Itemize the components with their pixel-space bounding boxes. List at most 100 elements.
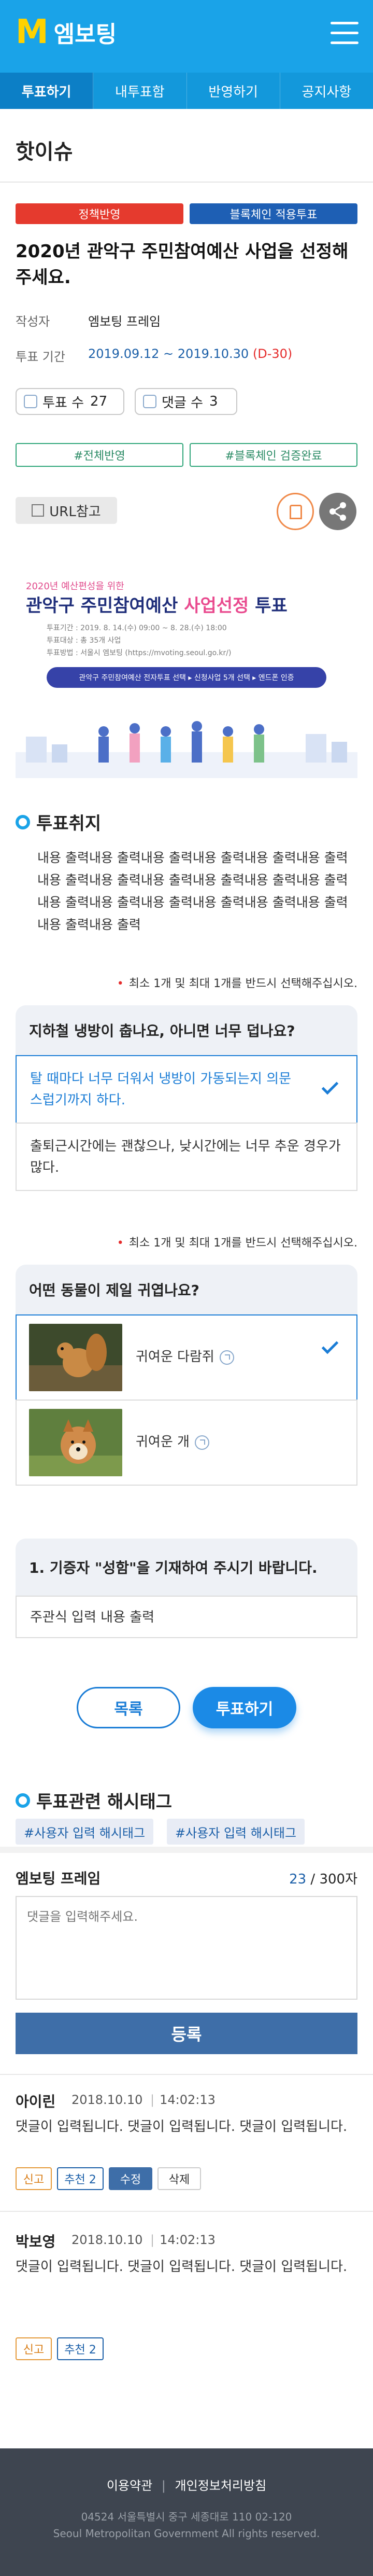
- vote-submit-button[interactable]: 투표하기: [193, 1687, 296, 1728]
- poster-info-method: 투표방법 : 서울시 엠보팅 (https://mvoting.seoul.go…: [47, 649, 232, 657]
- question2-notice: • 최소 1개 및 최대 1개를 반드시 선택해주십시오.: [117, 1237, 357, 1250]
- url-reference-button[interactable]: URL참고: [16, 497, 117, 524]
- terms-link[interactable]: 이용약관: [107, 2478, 152, 2493]
- option-label: 탈 때마다 너무 더워서 냉방이 가동되는지 의문스럽기까지 하다.: [30, 1071, 292, 1108]
- divider: [0, 182, 373, 183]
- comment-count-value: 3: [209, 394, 218, 409]
- char-count: 23: [289, 1872, 307, 1887]
- question1-title: 지하철 냉방이 춥나요, 아니면 너무 덥나요?: [16, 1005, 357, 1055]
- comment-input[interactable]: [16, 1896, 357, 2000]
- squirrel-photo: [29, 1324, 122, 1391]
- logo-text: 엠보팅: [53, 21, 117, 48]
- purpose-heading-text: 투표취지: [36, 813, 102, 834]
- policy-badge: 정책반영: [16, 203, 183, 224]
- hashtag-heading-text: 투표관련 해시태그: [36, 1792, 173, 1812]
- dog-photo: [29, 1409, 122, 1476]
- vote-count-value: 27: [90, 394, 108, 409]
- question2-option-2[interactable]: 귀여운 개: [16, 1400, 357, 1486]
- vote-count-label: 투표 수: [42, 395, 84, 411]
- question1-option-2[interactable]: 출퇴근시간에는 괜찮으나, 낮시간에는 너무 추운 경우가 많다.: [16, 1123, 357, 1191]
- share-button[interactable]: [319, 493, 356, 530]
- question2-option-1[interactable]: 귀여운 다람쥐: [16, 1314, 357, 1401]
- author-value: 엠보팅 프레임: [88, 314, 161, 329]
- footer-separator: |: [161, 2478, 166, 2493]
- tab-reflect[interactable]: 반영하기: [187, 73, 280, 109]
- option-label: 출퇴근시간에는 괜찮으나, 낮시간에는 너무 추운 경우가 많다.: [30, 1139, 341, 1175]
- comment-time: | 14:02:13: [150, 2233, 216, 2247]
- question1-option-1[interactable]: 탈 때마다 너무 더워서 냉방이 가동되는지 의문스럽기까지 하다.: [16, 1055, 357, 1124]
- poster-subtitle: 2020년 예산편성을 위한: [26, 581, 124, 592]
- share-icon: [329, 502, 346, 521]
- divider: [0, 2074, 373, 2075]
- period-value: 2019.09.12 ~ 2019.10.30 (D-30): [88, 347, 292, 361]
- question2-notice-text: 최소 1개 및 최대 1개를 반드시 선택해주십시오.: [128, 1237, 357, 1250]
- vote-icon: [24, 395, 37, 408]
- zoom-icon[interactable]: [219, 1350, 234, 1365]
- footer-copyright: Seoul Metropolitan Government All rights…: [53, 2527, 320, 2540]
- char-counter: 23 / 300자: [289, 1868, 357, 1888]
- question3-title: 1. 기증자 "성함"을 기재하여 주시기 바랍니다.: [16, 1539, 357, 1596]
- comment-text: 댓글이 입력됩니다. 댓글이 입력됩니다. 댓글이 입력됩니다.: [16, 2119, 348, 2135]
- comment-count: 댓글 수 3: [135, 388, 237, 415]
- period-label: 투표 기간: [16, 350, 65, 364]
- page-title: 핫이슈: [16, 140, 73, 164]
- comment-date: 2018.10.10: [71, 2233, 143, 2247]
- vote-title: 2020년 관악구 주민참여예산 사업을 선정해주세요.: [16, 241, 349, 288]
- bookmark-button[interactable]: [277, 493, 314, 530]
- purpose-heading: 투표취지: [16, 809, 101, 835]
- external-link-icon: [32, 504, 45, 517]
- menu-icon[interactable]: [331, 22, 358, 45]
- question3-answer[interactable]: 주관식 입력 내용 출력: [16, 1596, 357, 1638]
- question2-title: 어떤 동물이 제일 귀엽나요?: [16, 1265, 357, 1314]
- section-divider: [0, 1847, 373, 1853]
- main-tabs: 투표하기 내투표함 반영하기 공지사항: [0, 73, 373, 109]
- footer-address: 04524 서울특별시 중구 세종대로 110 02-120: [81, 2511, 292, 2523]
- comment-date: 2018.10.10: [71, 2093, 143, 2107]
- footer-links: 이용약관 | 개인정보처리방침: [0, 2475, 373, 2494]
- poster-title-a: 관악구 주민참여예산: [26, 595, 178, 616]
- tab-my-votes[interactable]: 내투표함: [93, 73, 187, 109]
- check-icon: [321, 1077, 339, 1095]
- footer: 이용약관 | 개인정보처리방침 04524 서울특별시 중구 세종대로 110 …: [0, 2448, 373, 2576]
- edit-button[interactable]: 수정: [109, 2167, 152, 2190]
- tab-vote[interactable]: 투표하기: [0, 73, 94, 109]
- comment-text: 댓글이 입력됩니다. 댓글이 입력됩니다. 댓글이 입력됩니다.: [16, 2259, 348, 2275]
- poster-title: 관악구 주민참여예산 사업선정 투표: [26, 591, 288, 617]
- hashtag-chip[interactable]: #사용자 입력 해시태그: [16, 1819, 154, 1845]
- dday-badge: (D-30): [252, 347, 293, 361]
- hashtag-heading: 투표관련 해시태그: [16, 1788, 172, 1813]
- app-logo[interactable]: M 엠보팅: [16, 16, 117, 49]
- period-range: 2019.09.12 ~ 2019.10.30: [88, 347, 249, 361]
- recommend-button[interactable]: 추천 2: [57, 2337, 104, 2360]
- comment-submit-button[interactable]: 등록: [16, 2013, 357, 2054]
- privacy-link[interactable]: 개인정보처리방침: [175, 2478, 267, 2493]
- comment-writer-name: 엠보팅 프레임: [16, 1870, 101, 1887]
- report-button[interactable]: 신고: [16, 2167, 52, 2190]
- char-max: / 300자: [306, 1872, 357, 1887]
- zoom-icon[interactable]: [194, 1435, 209, 1450]
- delete-button[interactable]: 삭제: [157, 2167, 201, 2190]
- report-button[interactable]: 신고: [16, 2337, 52, 2360]
- purpose-text: 내용 출력내용 출력내용 출력내용 출력내용 출력내용 출력내용 출력내용 출력…: [37, 850, 348, 932]
- poster-steps-bar: 관악구 주민참여예산 전자투표 선택 ▸ 신청사업 5개 선택 ▸ 엔드폰 인증: [47, 667, 326, 688]
- option-label: 귀여운 개: [136, 1432, 209, 1453]
- poster-title-c: 투표: [255, 595, 288, 616]
- tab-notices[interactable]: 공지사항: [280, 73, 373, 109]
- logo-mark: M: [16, 13, 49, 51]
- app-header: M 엠보팅: [0, 0, 373, 73]
- poster-info-period: 투표기간 : 2019. 8. 14.(수) 09:00 ~ 8. 28.(수)…: [47, 624, 227, 632]
- poster-illustration: [16, 721, 357, 778]
- poster-info-target: 투표대상 : 총 35개 사업: [47, 636, 121, 645]
- url-reference-label: URL참고: [49, 504, 101, 520]
- divider: [0, 2211, 373, 2212]
- hashtag-chip[interactable]: #사용자 입력 해시태그: [167, 1819, 305, 1845]
- question1-notice-text: 최소 1개 및 최대 1개를 반드시 선택해주십시오.: [128, 977, 357, 990]
- recommend-button[interactable]: 추천 2: [57, 2167, 104, 2190]
- comment-author: 박보영: [16, 2233, 56, 2250]
- tag-blockchain-verified: #블록체인 검증완료: [190, 443, 357, 467]
- comment-icon: [143, 395, 156, 408]
- vote-count: 투표 수 27: [16, 388, 124, 415]
- check-icon: [321, 1337, 339, 1354]
- list-button[interactable]: 목록: [77, 1687, 180, 1728]
- vote-poster-image: 2020년 예산편성을 위한 관악구 주민참여예산 사업선정 투표 투표기간 :…: [16, 565, 357, 778]
